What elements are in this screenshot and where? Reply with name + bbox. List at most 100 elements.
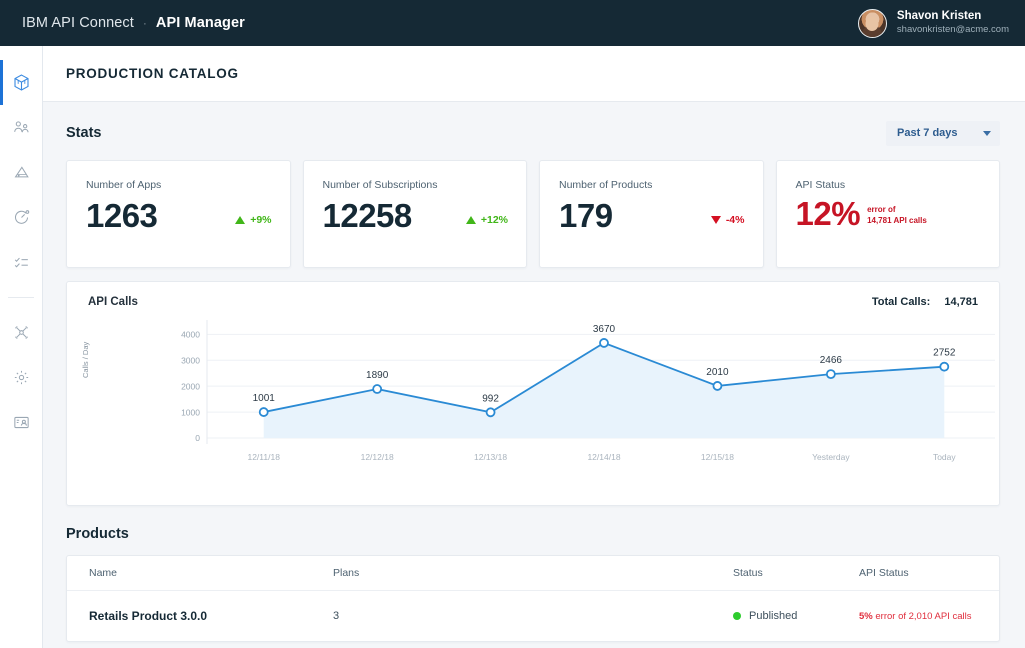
- gauge-icon: [12, 208, 31, 227]
- products-heading: Products: [66, 526, 129, 542]
- status-dot-icon: [733, 612, 741, 620]
- page-title: PRODUCTION CATALOG: [66, 66, 239, 81]
- stat-delta-value: +9%: [250, 214, 272, 226]
- stats-header: Stats Past 7 days: [66, 120, 1000, 146]
- sidebar-item-monitor[interactable]: [0, 195, 43, 240]
- stat-delta: -4%: [710, 214, 745, 232]
- page-header: PRODUCTION CATALOG: [43, 46, 1025, 102]
- column-header-name: Name: [89, 567, 118, 579]
- id-card-icon: [12, 413, 31, 432]
- sidebar-item-consumers[interactable]: [0, 105, 43, 150]
- stat-label: Number of Products: [559, 179, 653, 191]
- date-range-value: Past 7 days: [897, 127, 958, 139]
- gear-icon: [12, 368, 31, 387]
- total-calls-value: 14,781: [944, 296, 978, 308]
- product-api-status: 5% error of 2,010 API calls: [859, 611, 999, 622]
- user-email: shavonkristen@acme.com: [896, 24, 1009, 36]
- svg-text:Yesterday: Yesterday: [812, 452, 850, 462]
- svg-text:1000: 1000: [181, 407, 200, 417]
- svg-text:12/14/18: 12/14/18: [587, 452, 620, 462]
- stat-delta: +9%: [235, 214, 272, 232]
- product-name: API Manager: [155, 15, 245, 31]
- product-name: Retails Product 3.0.0: [89, 609, 208, 623]
- people-icon: [12, 118, 31, 137]
- date-range-dropdown[interactable]: Past 7 days: [886, 120, 1000, 146]
- stat-label: API Status: [795, 179, 846, 191]
- sidebar-item-gateways[interactable]: [0, 310, 43, 355]
- column-header-plans: Plans: [333, 567, 360, 579]
- sidebar-item-members[interactable]: [0, 400, 43, 445]
- svg-text:1001: 1001: [253, 393, 276, 404]
- user-menu[interactable]: Shavon Kristen shavonkristen@acme.com: [857, 8, 1009, 38]
- stat-delta-value: +12%: [480, 214, 508, 226]
- stat-label: Number of Subscriptions: [322, 179, 438, 191]
- svg-text:2000: 2000: [181, 381, 200, 391]
- api-error-note: error of 14,781 API calls: [867, 205, 927, 230]
- svg-text:12/15/18: 12/15/18: [701, 452, 734, 462]
- svg-text:3000: 3000: [181, 355, 200, 365]
- svg-text:12/11/18: 12/11/18: [247, 452, 280, 462]
- sidebar: [0, 46, 43, 648]
- table-header-row: Name Plans Status API Status: [67, 556, 999, 591]
- api-error-note-line2: 14,781 API calls: [867, 216, 927, 226]
- stat-card-api-status: API Status 12% error of 14,781 API calls: [775, 160, 1000, 268]
- user-info: Shavon Kristen shavonkristen@acme.com: [897, 9, 1009, 37]
- total-calls-label: Total Calls:: [871, 296, 931, 308]
- stat-value: 12258: [322, 197, 413, 234]
- svg-text:4000: 4000: [181, 330, 200, 340]
- product-api-status-text: error of 2,010 API calls: [875, 610, 972, 622]
- cube-icon: [12, 73, 31, 92]
- chevron-down-icon: [983, 130, 991, 136]
- svg-text:12/12/18: 12/12/18: [361, 452, 394, 462]
- product-status-label: Published: [749, 610, 798, 622]
- top-bar: IBM API Connect · API Manager Shavon Kri…: [0, 0, 1025, 46]
- svg-text:2752: 2752: [933, 348, 956, 359]
- api-error-percent: 12%: [795, 195, 861, 232]
- network-nodes-icon: [12, 323, 31, 342]
- svg-text:12/13/18: 12/13/18: [474, 452, 507, 462]
- triangle-chart-icon: [12, 163, 31, 182]
- stat-delta-value: -4%: [725, 214, 745, 226]
- brand[interactable]: IBM API Connect · API Manager: [22, 15, 245, 31]
- stats-cards: Number of Apps 1263 +9% Number of Subscr…: [66, 160, 1000, 268]
- main-content: Stats Past 7 days Number of Apps 1263 +9…: [43, 102, 1025, 648]
- api-calls-chart-card: API Calls Total Calls: 14,781 Calls / Da…: [66, 281, 1000, 506]
- svg-text:Today: Today: [933, 452, 956, 462]
- stat-value: 1263: [86, 197, 158, 234]
- svg-text:0: 0: [195, 433, 200, 443]
- brand-name: IBM API Connect: [22, 15, 134, 31]
- sidebar-item-products[interactable]: [0, 60, 43, 105]
- products-table: Name Plans Status API Status Retails Pro…: [66, 555, 1000, 642]
- sidebar-item-tasks[interactable]: [0, 240, 43, 285]
- user-name: Shavon Kristen: [896, 10, 982, 23]
- stat-card-subscriptions: Number of Subscriptions 12258 +12%: [302, 160, 527, 268]
- product-status: Published: [733, 610, 859, 622]
- api-calls-line-chart: 0 1000 2000 3000 4000 1001 1890 992 3670 2010 2466…: [181, 320, 995, 462]
- chart-title: API Calls: [88, 296, 138, 308]
- stat-card-products: Number of Products 179 -4%: [539, 160, 764, 268]
- svg-text:1890: 1890: [366, 370, 389, 381]
- triangle-up-icon: [235, 216, 246, 224]
- api-error-note-line1: error of: [867, 205, 896, 215]
- column-header-status: Status: [733, 567, 763, 579]
- chart-total: Total Calls: 14,781: [872, 296, 978, 308]
- sidebar-item-settings[interactable]: [0, 355, 43, 400]
- product-plans: 3: [333, 610, 340, 622]
- sidebar-divider: [8, 297, 34, 298]
- table-row[interactable]: Retails Product 3.0.0 3 Published 5% err…: [67, 591, 999, 641]
- svg-text:2466: 2466: [820, 355, 843, 366]
- avatar: [857, 8, 887, 38]
- svg-text:2010: 2010: [706, 367, 729, 378]
- sidebar-item-analytics[interactable]: [0, 150, 43, 195]
- product-api-status-pct: 5%: [859, 610, 873, 622]
- stat-delta: +12%: [465, 214, 508, 232]
- brand-separator: ·: [142, 16, 147, 30]
- stat-value: 179: [559, 197, 613, 234]
- triangle-down-icon: [710, 216, 721, 224]
- checklist-icon: [12, 253, 31, 272]
- chart-plot-area: Calls / Day 0 1000 2000 3000 4000 1001 1890 992…: [67, 308, 1001, 480]
- svg-text:3670: 3670: [593, 324, 616, 335]
- stat-label: Number of Apps: [86, 179, 162, 191]
- stat-card-apps: Number of Apps 1263 +9%: [66, 160, 291, 268]
- column-header-api-status: API Status: [859, 567, 909, 579]
